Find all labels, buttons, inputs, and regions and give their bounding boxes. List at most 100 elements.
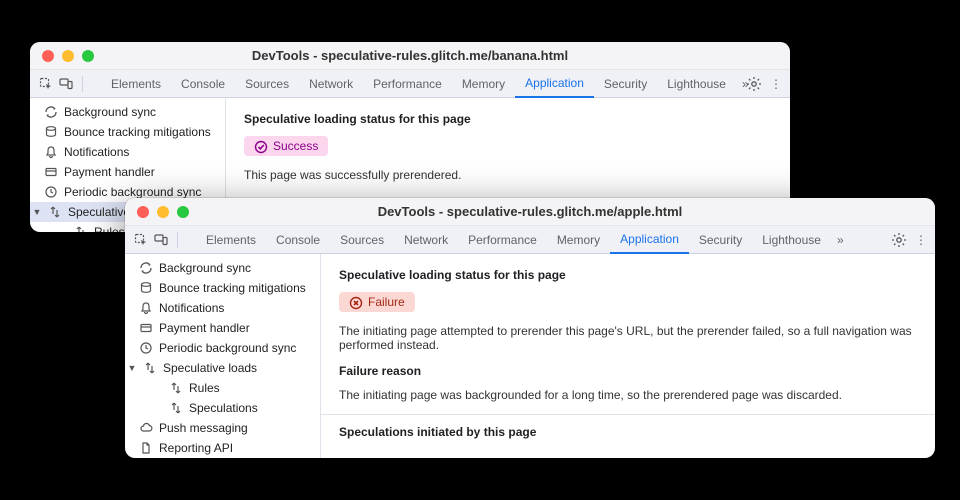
application-sidebar: Background sync Bounce tracking mitigatio… bbox=[125, 254, 321, 458]
card-icon bbox=[139, 321, 153, 335]
window-title: DevTools - speculative-rules.glitch.me/b… bbox=[30, 48, 790, 63]
cloud-icon bbox=[139, 421, 153, 435]
devtools-toolbar: ElementsConsoleSourcesNetworkPerformance… bbox=[125, 226, 935, 254]
divider bbox=[82, 76, 83, 92]
speculations-heading: Speculations initiated by this page bbox=[339, 425, 917, 439]
tab-memory[interactable]: Memory bbox=[547, 226, 610, 254]
updown-icon bbox=[169, 381, 183, 395]
more-menu-icon[interactable]: ⋮ bbox=[915, 233, 927, 247]
sidebar-item-label: Periodic background sync bbox=[64, 185, 201, 199]
divider bbox=[177, 232, 178, 248]
check-circle-icon bbox=[254, 140, 267, 153]
tab-elements[interactable]: Elements bbox=[101, 70, 171, 98]
sidebar-item-background-sync[interactable]: Background sync bbox=[125, 258, 320, 278]
updown-icon bbox=[48, 205, 62, 219]
sidebar-item-label: Speculations bbox=[189, 401, 258, 415]
tab-performance[interactable]: Performance bbox=[363, 70, 452, 98]
sidebar-item-push-messaging[interactable]: Push messaging bbox=[125, 418, 320, 438]
sidebar-item-bounce-tracking-mitigations[interactable]: Bounce tracking mitigations bbox=[30, 122, 225, 142]
sidebar-item-label: Reporting API bbox=[159, 441, 233, 455]
tab-application[interactable]: Application bbox=[610, 226, 689, 254]
status-description: The initiating page attempted to prerend… bbox=[339, 324, 917, 352]
sidebar-item-speculative-loads[interactable]: ▼Speculative loads bbox=[125, 358, 320, 378]
sidebar-item-reporting-api[interactable]: Reporting API bbox=[125, 438, 320, 458]
tab-elements[interactable]: Elements bbox=[196, 226, 266, 254]
tab-application[interactable]: Application bbox=[515, 70, 594, 98]
status-badge: Success bbox=[244, 136, 328, 156]
titlebar[interactable]: DevTools - speculative-rules.glitch.me/b… bbox=[30, 42, 790, 70]
sidebar-item-label: Background sync bbox=[159, 261, 251, 275]
sidebar-item-label: Notifications bbox=[64, 145, 129, 159]
tab-lighthouse[interactable]: Lighthouse bbox=[657, 70, 736, 98]
clock-icon bbox=[139, 341, 153, 355]
window-title: DevTools - speculative-rules.glitch.me/a… bbox=[125, 204, 935, 219]
status-badge-label: Failure bbox=[368, 295, 405, 309]
device-toggle-icon[interactable] bbox=[58, 76, 74, 92]
sidebar-item-label: Payment handler bbox=[159, 321, 250, 335]
sidebar-item-label: Notifications bbox=[159, 301, 224, 315]
window-maximize-button[interactable] bbox=[82, 50, 94, 62]
doc-icon bbox=[139, 441, 153, 455]
devtools-toolbar: ElementsConsoleSourcesNetworkPerformance… bbox=[30, 70, 790, 98]
sidebar-item-speculations[interactable]: Speculations bbox=[125, 398, 320, 418]
caret-down-icon[interactable]: ▼ bbox=[32, 207, 42, 217]
window-maximize-button[interactable] bbox=[177, 206, 189, 218]
tab-memory[interactable]: Memory bbox=[452, 70, 515, 98]
sidebar-item-label: Rules bbox=[189, 381, 220, 395]
inspect-icon[interactable] bbox=[38, 76, 54, 92]
titlebar[interactable]: DevTools - speculative-rules.glitch.me/a… bbox=[125, 198, 935, 226]
sidebar-item-label: Background sync bbox=[64, 105, 156, 119]
sidebar-item-periodic-background-sync[interactable]: Periodic background sync bbox=[125, 338, 320, 358]
tab-performance[interactable]: Performance bbox=[458, 226, 547, 254]
failure-reason-text: The initiating page was backgrounded for… bbox=[339, 388, 917, 402]
updown-icon bbox=[169, 401, 183, 415]
status-description: This page was successfully prerendered. bbox=[244, 168, 772, 182]
sidebar-item-bounce-tracking-mitigations[interactable]: Bounce tracking mitigations bbox=[125, 278, 320, 298]
tab-sources[interactable]: Sources bbox=[330, 226, 394, 254]
sidebar-item-label: Bounce tracking mitigations bbox=[159, 281, 306, 295]
sidebar-item-label: Payment handler bbox=[64, 165, 155, 179]
tab-console[interactable]: Console bbox=[266, 226, 330, 254]
sidebar-item-background-sync[interactable]: Background sync bbox=[30, 102, 225, 122]
sidebar-item-label: Periodic background sync bbox=[159, 341, 296, 355]
db-icon bbox=[139, 281, 153, 295]
inspect-icon[interactable] bbox=[133, 232, 149, 248]
tab-network[interactable]: Network bbox=[394, 226, 458, 254]
sidebar-item-label: Rules bbox=[94, 225, 125, 232]
bell-icon bbox=[44, 145, 58, 159]
tab-console[interactable]: Console bbox=[171, 70, 235, 98]
device-toggle-icon[interactable] bbox=[153, 232, 169, 248]
clock-icon bbox=[44, 185, 58, 199]
window-minimize-button[interactable] bbox=[157, 206, 169, 218]
window-minimize-button[interactable] bbox=[62, 50, 74, 62]
sidebar-item-notifications[interactable]: Notifications bbox=[125, 298, 320, 318]
sync-icon bbox=[139, 261, 153, 275]
more-menu-icon[interactable]: ⋮ bbox=[770, 77, 782, 91]
divider bbox=[321, 414, 935, 415]
caret-down-icon[interactable]: ▼ bbox=[127, 363, 137, 373]
bell-icon bbox=[139, 301, 153, 315]
window-close-button[interactable] bbox=[42, 50, 54, 62]
sidebar-item-payment-handler[interactable]: Payment handler bbox=[30, 162, 225, 182]
panel-tabs: ElementsConsoleSourcesNetworkPerformance… bbox=[101, 70, 736, 98]
sidebar-item-rules[interactable]: Rules bbox=[125, 378, 320, 398]
sidebar-item-label: Push messaging bbox=[159, 421, 248, 435]
more-tabs-icon[interactable]: » bbox=[837, 233, 844, 247]
tab-network[interactable]: Network bbox=[299, 70, 363, 98]
tab-security[interactable]: Security bbox=[594, 70, 657, 98]
card-icon bbox=[44, 165, 58, 179]
sidebar-item-notifications[interactable]: Notifications bbox=[30, 142, 225, 162]
sidebar-item-payment-handler[interactable]: Payment handler bbox=[125, 318, 320, 338]
settings-icon[interactable] bbox=[891, 232, 907, 248]
status-heading: Speculative loading status for this page bbox=[339, 268, 917, 282]
tab-sources[interactable]: Sources bbox=[235, 70, 299, 98]
traffic-lights bbox=[30, 50, 94, 62]
failure-reason-heading: Failure reason bbox=[339, 364, 917, 378]
tab-lighthouse[interactable]: Lighthouse bbox=[752, 226, 831, 254]
tab-security[interactable]: Security bbox=[689, 226, 752, 254]
settings-icon[interactable] bbox=[746, 76, 762, 92]
devtools-window-apple: DevTools - speculative-rules.glitch.me/a… bbox=[125, 198, 935, 458]
speculative-loads-panel: Speculative loading status for this page… bbox=[321, 254, 935, 458]
sync-icon bbox=[44, 105, 58, 119]
window-close-button[interactable] bbox=[137, 206, 149, 218]
